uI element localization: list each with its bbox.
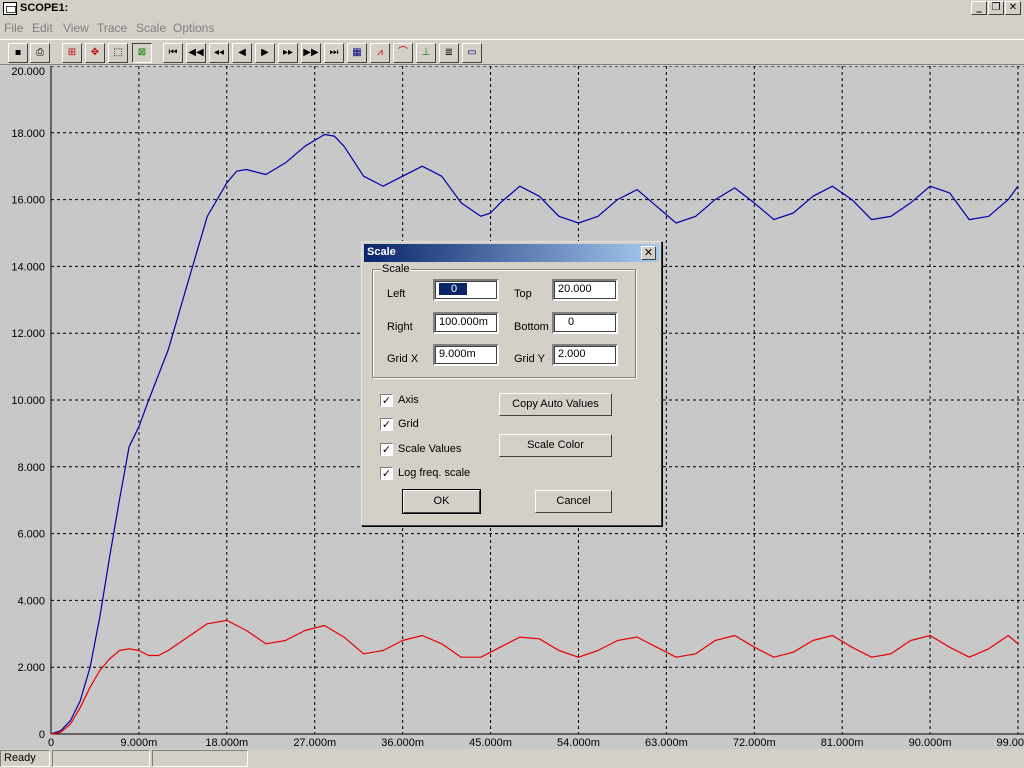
- fast-rewind-icon[interactable]: ◀◀: [186, 43, 206, 63]
- x-tick-label: 27.000m: [293, 737, 336, 749]
- dialog-title-bar: Scale ✕: [364, 244, 659, 262]
- y-tick-label: 8.000: [17, 462, 45, 474]
- scale-values-check-icon[interactable]: ✓: [380, 443, 393, 456]
- axis-label: Axis: [398, 394, 419, 406]
- auto-scale-icon[interactable]: ⊠: [132, 43, 152, 63]
- x-tick-label: 9.000m: [121, 737, 158, 749]
- copy-auto-values-button[interactable]: Copy Auto Values: [499, 393, 612, 416]
- status-pane-3: [152, 750, 248, 767]
- scale-group-label: Scale: [381, 263, 411, 275]
- top-field[interactable]: 20.000: [552, 279, 618, 301]
- x-tick-label: 63.000m: [645, 737, 688, 749]
- menu-trace[interactable]: Trace: [97, 21, 127, 35]
- scale-dialog: Scale ✕ Scale Left 0 Top 20.000 Right 10…: [361, 241, 662, 526]
- y-tick-label: 0: [39, 729, 45, 741]
- x-tick-label: 36.000m: [381, 737, 424, 749]
- scope-app-icon: [3, 2, 17, 15]
- crosshair-icon[interactable]: ✥: [85, 43, 105, 63]
- dialog-title: Scale: [367, 246, 396, 258]
- measure-chart-icon[interactable]: ⌒: [393, 43, 413, 63]
- step-forward-icon[interactable]: ▶: [255, 43, 275, 63]
- right-field[interactable]: 100.000m: [433, 312, 499, 334]
- axis-check-icon[interactable]: ✓: [380, 394, 393, 407]
- ok-button[interactable]: OK: [402, 489, 481, 514]
- menu-edit[interactable]: Edit: [32, 21, 53, 35]
- menu-bar: File Edit View Trace Scale Options: [0, 19, 1024, 37]
- x-tick-label: 90.000m: [909, 737, 952, 749]
- scale-color-button[interactable]: Scale Color: [499, 434, 612, 457]
- y-tick-label: 4.000: [17, 595, 45, 607]
- y-tick-label: 12.000: [11, 328, 45, 340]
- top-label: Top: [514, 288, 532, 300]
- bottom-label: Bottom: [514, 321, 549, 333]
- table-icon[interactable]: ▦: [347, 43, 367, 63]
- rewind-icon[interactable]: ◂◂: [209, 43, 229, 63]
- left-label: Left: [387, 288, 406, 300]
- menu-options[interactable]: Options: [173, 21, 214, 35]
- scale-values-label: Scale Values: [398, 443, 462, 455]
- y-tick-label: 10.000: [11, 395, 45, 407]
- trace-chart-icon[interactable]: ⩘: [370, 43, 390, 63]
- x-tick-label: 81.000m: [821, 737, 864, 749]
- right-label: Right: [387, 321, 413, 333]
- xy-chart-icon[interactable]: ⊥: [416, 43, 436, 63]
- cancel-button[interactable]: Cancel: [535, 490, 612, 513]
- log-freq-check-icon[interactable]: ✓: [380, 467, 393, 480]
- fast-forward-icon[interactable]: ▶▶: [301, 43, 321, 63]
- status-pane-2: [52, 750, 150, 767]
- series-line-2: [50, 619, 1019, 735]
- status-bar: Ready: [0, 749, 1024, 768]
- log-freq-label: Log freq. scale: [398, 467, 471, 479]
- x-tick-label: 0: [48, 737, 54, 749]
- left-field[interactable]: 0: [433, 279, 499, 301]
- y-tick-label: 6.000: [17, 529, 45, 541]
- gridy-field[interactable]: 2.000: [552, 344, 618, 366]
- x-tick-label: 72.000m: [733, 737, 776, 749]
- toolbar: ▪ ⎙ ⊞ ✥ ⬚ ⊠ ⏮ ◀◀ ◂◂ ◀ ▶ ▸▸ ▶▶ ⏭ ▦ ⩘ ⌒ ⊥ …: [0, 39, 1024, 65]
- step-back-icon[interactable]: ◀: [232, 43, 252, 63]
- menu-scale[interactable]: Scale: [136, 21, 166, 35]
- window-title: SCOPE1:: [20, 2, 69, 14]
- x-tick-label: 45.000m: [469, 737, 512, 749]
- zoom-box-icon[interactable]: ⬚: [108, 43, 128, 63]
- restore-button[interactable]: ❐: [988, 1, 1004, 15]
- dialog-close-icon[interactable]: ✕: [641, 246, 656, 260]
- save-icon[interactable]: ▪: [8, 43, 28, 63]
- print-icon[interactable]: ⎙: [30, 43, 50, 63]
- y-tick-label: 20.000: [11, 66, 45, 78]
- title-bar: SCOPE1: _ ❐ ✕: [0, 0, 1024, 18]
- last-page-icon[interactable]: ⏭: [324, 43, 344, 63]
- grid-label: Grid: [398, 418, 419, 430]
- y-tick-label: 18.000: [11, 128, 45, 140]
- x-tick-label: 99.00: [996, 737, 1024, 749]
- gridx-label: Grid X: [387, 353, 419, 365]
- bottom-field[interactable]: 0: [552, 312, 618, 334]
- list-icon[interactable]: ≣: [439, 43, 459, 63]
- x-tick-label: 18.000m: [205, 737, 248, 749]
- y-tick-label: 14.000: [11, 261, 45, 273]
- y-tick-label: 2.000: [17, 662, 45, 674]
- menu-view[interactable]: View: [63, 21, 89, 35]
- forward-icon[interactable]: ▸▸: [278, 43, 298, 63]
- first-page-icon[interactable]: ⏮: [163, 43, 183, 63]
- window-icon[interactable]: ▭: [462, 43, 482, 63]
- left-value: 0: [439, 283, 468, 295]
- minimize-button[interactable]: _: [971, 1, 987, 15]
- gridy-label: Grid Y: [514, 353, 545, 365]
- cursor-tool-icon[interactable]: ⊞: [62, 43, 82, 63]
- y-tick-label: 16.000: [11, 195, 45, 207]
- grid-check-icon[interactable]: ✓: [380, 418, 393, 431]
- close-button[interactable]: ✕: [1005, 1, 1021, 15]
- gridx-field[interactable]: 9.000m: [433, 344, 499, 366]
- status-text: Ready: [0, 750, 50, 767]
- menu-file[interactable]: File: [4, 21, 23, 35]
- x-tick-label: 54.000m: [557, 737, 600, 749]
